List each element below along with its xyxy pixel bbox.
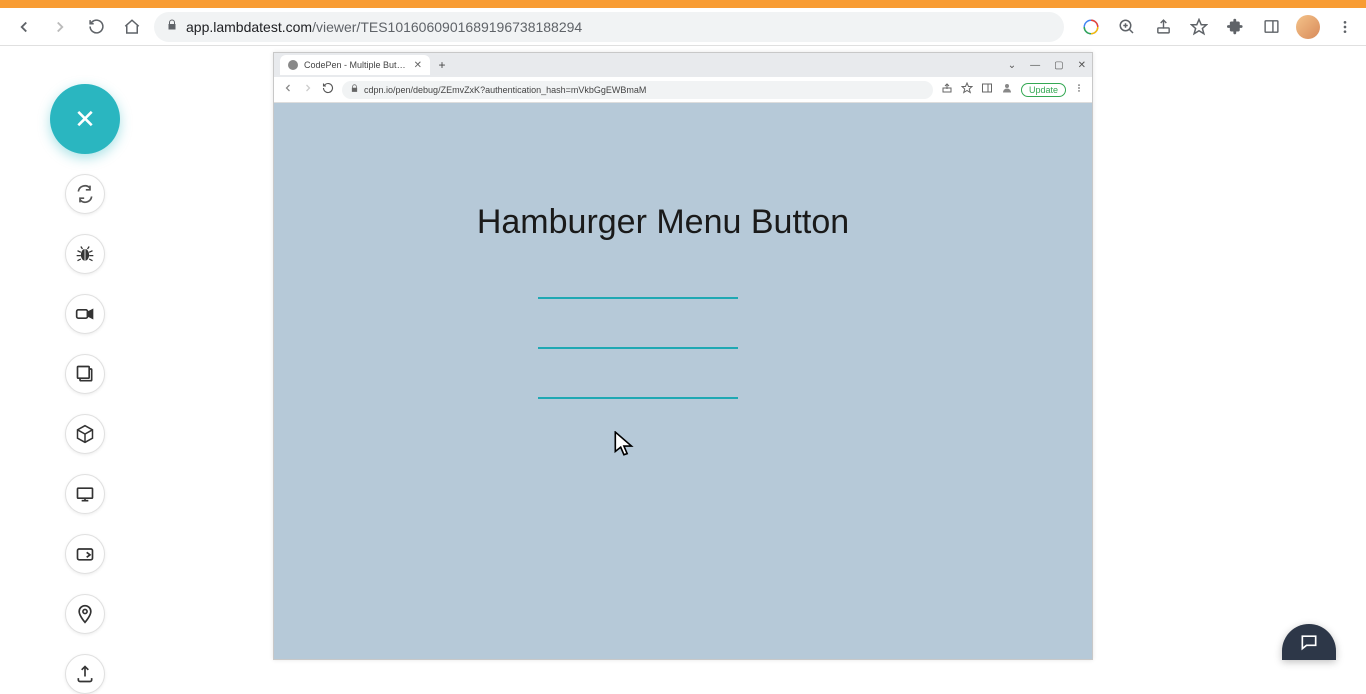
dropdown-v-icon[interactable]: ⌄ <box>1008 60 1016 71</box>
google-search-icon[interactable] <box>1080 16 1102 38</box>
viewer-content: ✕ Code <box>0 46 1366 660</box>
chrome-right-icons <box>1072 15 1356 39</box>
maximize-icon[interactable]: ▢ <box>1054 60 1063 71</box>
hamburger-line <box>538 397 738 399</box>
remote-url-field[interactable]: cdpn.io/pen/debug/ZEmvZxK?authentication… <box>342 81 933 99</box>
extensions-icon[interactable] <box>1224 16 1246 38</box>
url-host: app.lambdatest.com/viewer/TES10160609016… <box>186 19 582 35</box>
update-button[interactable]: Update <box>1021 83 1066 97</box>
hamburger-line <box>538 297 738 299</box>
gallery-tool[interactable] <box>65 354 105 394</box>
remote-reload-icon[interactable] <box>322 82 334 97</box>
resolution-tool[interactable] <box>65 474 105 514</box>
switch-tool[interactable] <box>65 174 105 214</box>
package-tool[interactable] <box>65 414 105 454</box>
chat-icon <box>1297 632 1321 652</box>
lock-icon <box>166 19 178 34</box>
close-window-icon[interactable]: ✕ <box>1078 60 1086 71</box>
share-icon[interactable] <box>1152 16 1174 38</box>
hamburger-line <box>538 347 738 349</box>
record-tool[interactable] <box>65 294 105 334</box>
remote-address-bar: cdpn.io/pen/debug/ZEmvZxK?authentication… <box>274 77 1092 103</box>
cursor-icon <box>614 431 636 459</box>
remote-tab-bar: CodePen - Multiple Button Tran… ✕ + ⌄ — … <box>274 53 1092 77</box>
remote-back-icon[interactable] <box>282 82 294 97</box>
remote-right-icons: Update <box>941 82 1084 97</box>
close-icon: ✕ <box>74 104 96 135</box>
remote-star-icon[interactable] <box>961 82 973 97</box>
page-heading: Hamburger Menu Button <box>477 203 849 242</box>
sidepanel-icon[interactable] <box>1260 16 1282 38</box>
tab-close-icon[interactable]: ✕ <box>414 60 422 71</box>
location-tool[interactable] <box>65 594 105 634</box>
zoom-icon[interactable] <box>1116 16 1138 38</box>
remote-forward-icon[interactable] <box>302 82 314 97</box>
remote-page-content: Hamburger Menu Button <box>274 103 1092 659</box>
remote-url-text: cdpn.io/pen/debug/ZEmvZxK?authentication… <box>364 85 646 95</box>
tab-title: CodePen - Multiple Button Tran… <box>304 60 408 70</box>
reload-button[interactable] <box>82 13 110 41</box>
minimize-icon[interactable]: — <box>1030 60 1040 71</box>
remote-menu-icon[interactable] <box>1074 83 1084 96</box>
remote-share-icon[interactable] <box>941 82 953 97</box>
lambdatest-toolbar: ✕ <box>50 84 120 694</box>
profile-avatar[interactable] <box>1296 15 1320 39</box>
bookmark-star-icon[interactable] <box>1188 16 1210 38</box>
address-bar[interactable]: app.lambdatest.com/viewer/TES10160609016… <box>154 12 1064 42</box>
back-button[interactable] <box>10 13 38 41</box>
new-tab-button[interactable]: + <box>434 57 450 73</box>
hamburger-menu-button[interactable] <box>538 297 738 399</box>
outer-browser-chrome: app.lambdatest.com/viewer/TES10160609016… <box>0 8 1366 46</box>
files-tool[interactable] <box>65 534 105 574</box>
chat-support-button[interactable] <box>1282 624 1336 660</box>
browser-tab-strip <box>0 0 1366 8</box>
upload-tool[interactable] <box>65 654 105 694</box>
end-session-button[interactable]: ✕ <box>50 84 120 154</box>
menu-dots-icon[interactable] <box>1334 16 1356 38</box>
bug-tool[interactable] <box>65 234 105 274</box>
remote-profile-icon[interactable] <box>1001 82 1013 97</box>
remote-browser-window: CodePen - Multiple Button Tran… ✕ + ⌄ — … <box>273 52 1093 660</box>
remote-tab[interactable]: CodePen - Multiple Button Tran… ✕ <box>280 55 430 75</box>
tab-favicon <box>288 60 298 70</box>
forward-button[interactable] <box>46 13 74 41</box>
home-button[interactable] <box>118 13 146 41</box>
remote-sidepanel-icon[interactable] <box>981 82 993 97</box>
remote-lock-icon <box>350 84 359 95</box>
window-controls: ⌄ — ▢ ✕ <box>1008 53 1086 77</box>
